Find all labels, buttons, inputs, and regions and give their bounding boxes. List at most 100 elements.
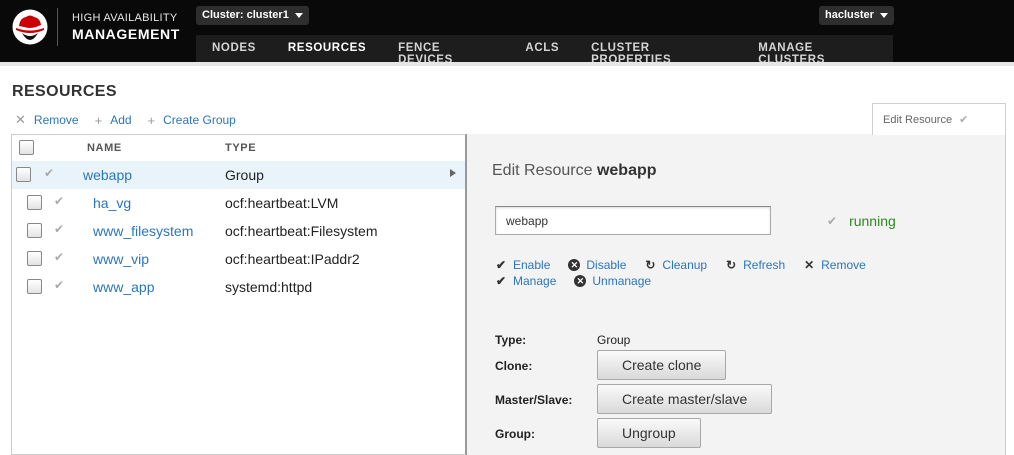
type-value: Group <box>597 333 631 347</box>
refresh-label: Refresh <box>743 258 786 272</box>
resource-name-link[interactable]: www_filesystem <box>93 223 193 239</box>
nav-manage-clusters[interactable]: MANAGE CLUSTERS <box>742 35 893 66</box>
cleanup-button[interactable]: ↻ Cleanup <box>644 258 707 272</box>
table-row[interactable]: ✔ www_vip ocf:heartbeat:IPaddr2 <box>12 245 465 273</box>
plus-icon: + <box>147 112 156 128</box>
type-label: Type: <box>495 333 527 347</box>
resource-name-link[interactable]: ha_vg <box>93 195 131 211</box>
master-slave-label: Master/Slave: <box>495 393 573 407</box>
table-row[interactable]: ✔ ha_vg ocf:heartbeat:LVM <box>12 189 465 217</box>
disable-icon: ✕ <box>568 259 581 271</box>
manage-button[interactable]: ✔ Manage <box>495 274 556 288</box>
brand-subtitle: HIGH AVAILABILITY <box>72 12 178 24</box>
table-row[interactable]: ✔ www_filesystem ocf:heartbeat:Filesyste… <box>12 217 465 245</box>
clone-label: Clone: <box>495 359 533 373</box>
column-header-name: NAME <box>87 142 122 154</box>
check-icon: ✔ <box>54 278 65 292</box>
resource-name-link[interactable]: webapp <box>83 167 132 183</box>
page-title: RESOURCES <box>12 83 117 100</box>
unmanage-icon: ✕ <box>574 275 587 287</box>
cleanup-label: Cleanup <box>662 258 708 272</box>
table-row[interactable]: ✔ www_app systemd:httpd <box>12 273 465 301</box>
check-icon: ✔ <box>44 166 55 180</box>
detail-title-name: webapp <box>596 162 657 179</box>
row-checkbox[interactable] <box>27 195 42 210</box>
resource-name-link[interactable]: www_vip <box>93 251 149 267</box>
nav-resources[interactable]: RESOURCES <box>272 35 382 62</box>
resource-type: ocf:heartbeat:Filesystem <box>225 223 378 239</box>
disable-label: Disable <box>586 258 627 272</box>
resource-name-field[interactable] <box>495 206 771 235</box>
check-icon: ✔ <box>54 194 65 208</box>
plus-icon: + <box>94 112 103 128</box>
create-group-label: Create Group <box>163 113 236 127</box>
main-nav: NODES RESOURCES FENCE DEVICES ACLS CLUST… <box>196 35 893 66</box>
remove-resource-label: Remove <box>821 258 866 272</box>
ungroup-button[interactable]: Ungroup <box>597 418 701 448</box>
row-checkbox[interactable] <box>27 223 42 238</box>
check-icon: ✔ <box>495 274 507 288</box>
detail-title: Edit Resource webapp <box>492 162 657 180</box>
column-header-type: TYPE <box>225 142 257 154</box>
check-icon: ✔ <box>54 222 65 236</box>
group-label: Group: <box>495 427 535 441</box>
add-button[interactable]: + Add <box>95 112 132 128</box>
unmanage-button[interactable]: ✕ Unmanage <box>574 274 651 288</box>
brand-divider <box>57 8 58 46</box>
create-master-slave-button[interactable]: Create master/slave <box>597 384 773 414</box>
resource-type: ocf:heartbeat:LVM <box>225 195 339 211</box>
chevron-down-icon <box>294 13 303 18</box>
check-icon: ✔ <box>54 250 65 264</box>
check-icon: ✔ <box>495 258 507 272</box>
tab-edit-resource[interactable]: Edit Resource ✔ <box>872 103 1006 135</box>
cluster-select[interactable]: Cluster: cluster1 <box>196 6 309 25</box>
resource-name-link[interactable]: www_app <box>93 279 154 295</box>
unmanage-label: Unmanage <box>592 274 652 288</box>
cluster-select-label: Cluster: cluster1 <box>202 9 289 21</box>
remove-button[interactable]: ✕ Remove <box>15 112 79 128</box>
remove-resource-button[interactable]: ✕ Remove <box>803 258 866 272</box>
list-header: NAME TYPE <box>12 135 465 160</box>
row-checkbox[interactable] <box>27 279 42 294</box>
resource-type: Group <box>225 167 264 183</box>
chevron-right-icon <box>450 169 456 177</box>
redhat-logo-icon <box>12 9 48 45</box>
user-menu[interactable]: hacluster <box>819 6 894 25</box>
resource-actions-row1: ✔ Enable ✕ Disable ↻ Cleanup ↻ Refresh ✕… <box>495 258 884 272</box>
resource-toolbar: ✕ Remove + Add + Create Group <box>15 112 252 128</box>
enable-button[interactable]: ✔ Enable <box>495 258 550 272</box>
refresh-button[interactable]: ↻ Refresh <box>725 258 785 272</box>
select-all-checkbox[interactable] <box>19 140 34 155</box>
nav-nodes[interactable]: NODES <box>196 35 272 62</box>
add-label: Add <box>110 113 132 127</box>
close-icon: ✕ <box>804 258 815 272</box>
detail-title-prefix: Edit Resource <box>492 162 593 179</box>
nav-acls[interactable]: ACLS <box>509 35 575 62</box>
tab-edit-resource-label: Edit Resource <box>883 114 953 126</box>
refresh-icon: ↻ <box>726 258 737 272</box>
check-icon: ✔ <box>827 214 838 228</box>
edit-resource-panel: Edit Resource webapp ✔ running ✔ Enable … <box>466 134 1006 455</box>
resource-actions-row2: ✔ Manage ✕ Unmanage <box>495 274 669 288</box>
header-shadow <box>0 62 1014 66</box>
row-checkbox[interactable] <box>16 167 31 182</box>
create-clone-button[interactable]: Create clone <box>597 350 727 380</box>
status-text: running <box>849 213 896 229</box>
top-header: HIGH AVAILABILITY MANAGEMENT Cluster: cl… <box>0 0 1014 66</box>
remove-label: Remove <box>33 113 79 127</box>
table-row[interactable]: ✔ webapp Group <box>12 161 465 189</box>
nav-cluster-properties[interactable]: CLUSTER PROPERTIES <box>575 35 742 66</box>
disable-button[interactable]: ✕ Disable <box>568 258 626 272</box>
create-group-button[interactable]: + Create Group <box>148 112 236 128</box>
user-name: hacluster <box>825 9 874 21</box>
nav-fence-devices[interactable]: FENCE DEVICES <box>382 35 509 66</box>
resource-type: ocf:heartbeat:IPaddr2 <box>225 251 360 267</box>
refresh-icon: ↻ <box>645 258 656 272</box>
check-icon: ✔ <box>959 114 969 126</box>
brand-title: MANAGEMENT <box>72 26 180 42</box>
resource-status: ✔ running <box>827 213 896 229</box>
enable-label: Enable <box>513 258 551 272</box>
chevron-down-icon <box>879 13 888 18</box>
row-checkbox[interactable] <box>27 251 42 266</box>
close-icon: ✕ <box>15 112 26 127</box>
